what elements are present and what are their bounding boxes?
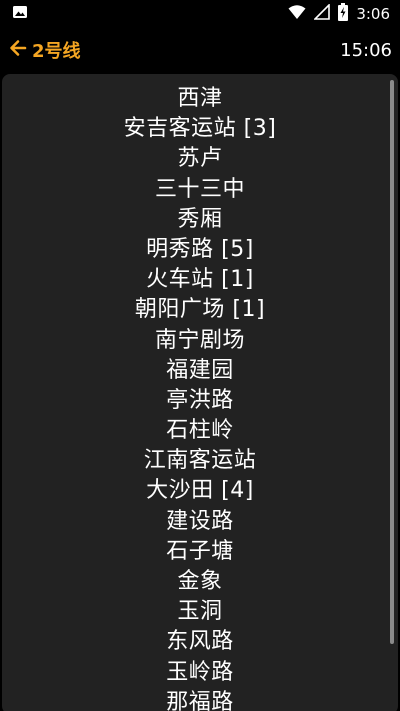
app-bar: 2号线 15:06	[0, 28, 400, 72]
station-item[interactable]: 玉洞	[2, 597, 398, 627]
line-title: 2号线	[32, 41, 81, 62]
station-item[interactable]: 建设路	[2, 507, 398, 537]
station-item[interactable]: 玉岭路	[2, 658, 398, 688]
station-list-panel[interactable]: 西津 安吉客运站 [3] 苏卢 三十三中 秀厢 明秀路 [5] 火车站 [1] 朝阳广场 [1…	[2, 74, 398, 711]
station-item[interactable]: 福建园	[2, 356, 398, 386]
station-item[interactable]: 石子塘	[2, 537, 398, 567]
signal-icon	[313, 3, 331, 24]
wifi-icon	[288, 4, 306, 24]
station-item[interactable]: 东风路	[2, 627, 398, 657]
back-button[interactable]: 2号线	[8, 37, 81, 63]
station-item[interactable]: 江南客运站	[2, 446, 398, 476]
station-item[interactable]: 南宁剧场	[2, 326, 398, 356]
station-item[interactable]: 三十三中	[2, 175, 398, 205]
image-icon	[12, 4, 28, 24]
status-bar: 3:06	[0, 0, 400, 28]
station-item[interactable]: 朝阳广场 [1]	[2, 295, 398, 325]
station-item[interactable]: 西津	[2, 84, 398, 114]
station-item[interactable]: 金象	[2, 567, 398, 597]
station-item[interactable]: 石柱岭	[2, 416, 398, 446]
station-item[interactable]: 亭洪路	[2, 386, 398, 416]
arrow-left-icon	[8, 38, 28, 62]
station-item[interactable]: 苏卢	[2, 144, 398, 174]
station-item[interactable]: 大沙田 [4]	[2, 476, 398, 506]
clock: 15:06	[340, 39, 392, 61]
station-item[interactable]: 明秀路 [5]	[2, 235, 398, 265]
status-time: 3:06	[356, 5, 390, 23]
station-list[interactable]: 西津 安吉客运站 [3] 苏卢 三十三中 秀厢 明秀路 [5] 火车站 [1] 朝阳广场 [1…	[2, 74, 398, 711]
station-item[interactable]: 那福路	[2, 688, 398, 711]
battery-charging-icon	[338, 3, 349, 25]
station-item[interactable]: 火车站 [1]	[2, 265, 398, 295]
station-item[interactable]: 安吉客运站 [3]	[2, 114, 398, 144]
scrollbar[interactable]	[390, 80, 394, 644]
station-item[interactable]: 秀厢	[2, 205, 398, 235]
